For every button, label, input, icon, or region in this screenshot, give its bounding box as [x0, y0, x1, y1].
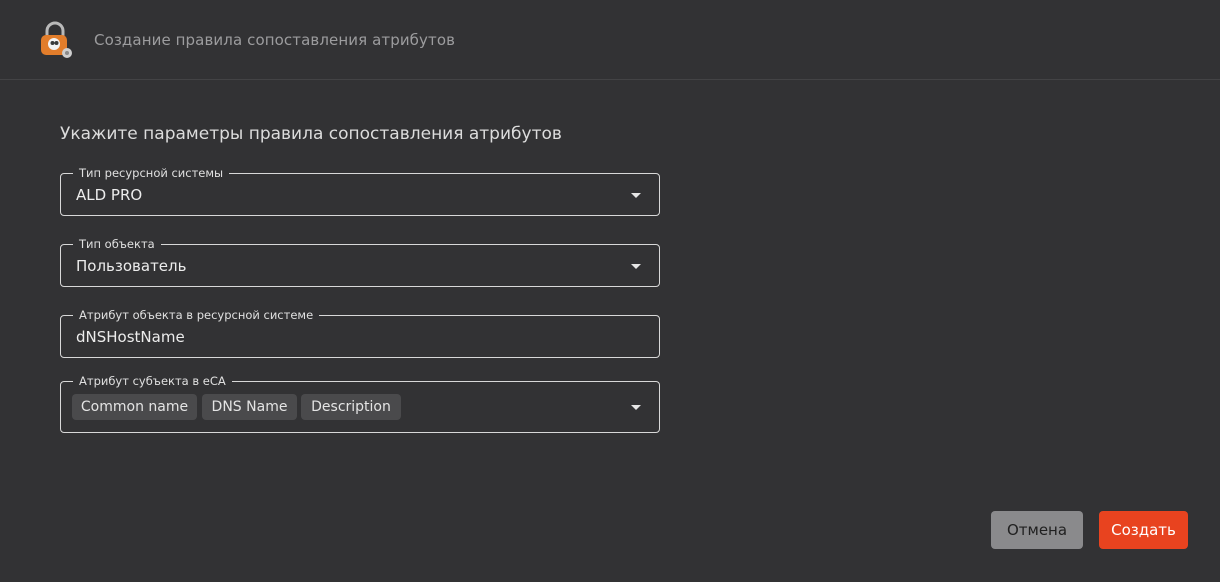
cancel-button[interactable]: Отмена — [991, 511, 1083, 549]
create-button[interactable]: Создать — [1099, 511, 1188, 549]
object-type-label: Тип объекта — [73, 237, 161, 252]
chip-common-name[interactable]: Common name — [72, 394, 197, 420]
chip-description[interactable]: Description — [301, 394, 401, 420]
resource-system-type-label: Тип ресурсной системы — [73, 166, 230, 181]
subject-attribute-label: Атрибут субъекта в eCA — [73, 374, 232, 389]
object-attribute-input[interactable]: Атрибут объекта в ресурсной системе dNSH… — [60, 308, 660, 358]
dialog-title: Создание правила сопоставления атрибутов — [94, 31, 456, 49]
object-attribute-value: dNSHostName — [76, 328, 185, 346]
chevron-down-icon[interactable] — [631, 264, 641, 269]
object-type-select[interactable]: Тип объекта Пользователь — [60, 237, 660, 287]
object-attribute-label: Атрибут объекта в ресурсной системе — [73, 308, 320, 323]
resource-system-type-value: ALD PRO — [76, 186, 143, 204]
chevron-down-icon[interactable] — [631, 193, 641, 198]
resource-system-type-select[interactable]: Тип ресурсной системы ALD PRO — [60, 166, 660, 216]
form-heading: Укажите параметры правила сопоставления … — [60, 124, 562, 144]
subject-attribute-multiselect[interactable]: Атрибут субъекта в eCA Common name DNS N… — [60, 374, 660, 433]
lock-logo-icon — [41, 21, 72, 58]
chip-dns-name[interactable]: DNS Name — [202, 394, 297, 420]
object-type-value: Пользователь — [76, 257, 187, 275]
dialog-header: Создание правила сопоставления атрибутов — [0, 0, 1220, 80]
chevron-down-icon[interactable] — [631, 405, 641, 410]
